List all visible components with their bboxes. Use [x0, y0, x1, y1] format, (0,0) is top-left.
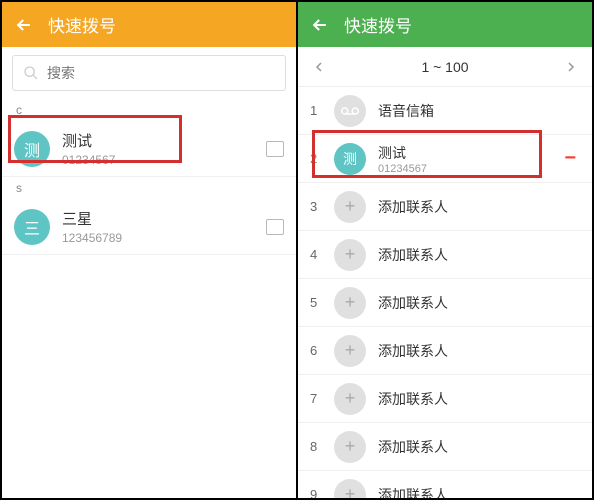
- avatar: 测: [14, 131, 50, 167]
- sim-icon: [266, 219, 284, 235]
- slot-label: 测试: [378, 143, 564, 163]
- slot-list: 1 语音信箱 2 测 测试 01234567 − 3 + 添加联系人 4 + 添…: [298, 87, 592, 498]
- contact-row[interactable]: 测 测试 01234567: [2, 121, 296, 177]
- remove-icon[interactable]: −: [564, 147, 576, 170]
- add-icon: +: [334, 239, 366, 271]
- speed-dial-row[interactable]: 2 测 测试 01234567 −: [298, 135, 592, 183]
- speed-dial-row[interactable]: 1 语音信箱: [298, 87, 592, 135]
- add-icon: +: [334, 479, 366, 499]
- back-icon[interactable]: [310, 15, 330, 35]
- search-icon: [23, 65, 39, 81]
- header: 快速拨号: [298, 2, 592, 47]
- section-header-s: s: [2, 177, 296, 199]
- slot-label: 添加联系人: [378, 485, 580, 499]
- slot-number-sub: 01234567: [378, 163, 564, 175]
- avatar: 三: [14, 209, 50, 245]
- slot-label: 添加联系人: [378, 197, 580, 217]
- add-icon: +: [334, 191, 366, 223]
- speed-dial-row[interactable]: 3 + 添加联系人: [298, 183, 592, 231]
- slot-label: 添加联系人: [378, 341, 580, 361]
- slot-number: 4: [310, 247, 334, 262]
- slot-label: 添加联系人: [378, 293, 580, 313]
- contact-name: 三星: [62, 208, 266, 229]
- slot-label: 语音信箱: [378, 101, 580, 121]
- contact-number: 123456789: [62, 231, 266, 245]
- voicemail-icon: [334, 95, 366, 127]
- speed-dial-row[interactable]: 7 + 添加联系人: [298, 375, 592, 423]
- add-icon: +: [334, 431, 366, 463]
- header: 快速拨号: [2, 2, 296, 47]
- slot-number: 6: [310, 343, 334, 358]
- speed-dial-row[interactable]: 5 + 添加联系人: [298, 279, 592, 327]
- avatar: 测: [334, 143, 366, 175]
- page-title: 快速拨号: [344, 12, 412, 37]
- slot-number: 8: [310, 439, 334, 454]
- contact-info: 三星 123456789: [62, 208, 266, 245]
- slot-number: 5: [310, 295, 334, 310]
- slot-label: 添加联系人: [378, 245, 580, 265]
- page-title: 快速拨号: [48, 12, 116, 37]
- chevron-right-icon[interactable]: [566, 62, 576, 72]
- slot-number: 9: [310, 487, 334, 498]
- slot-number: 1: [310, 103, 334, 118]
- speed-dial-row[interactable]: 4 + 添加联系人: [298, 231, 592, 279]
- speed-dial-row[interactable]: 8 + 添加联系人: [298, 423, 592, 471]
- back-icon[interactable]: [14, 15, 34, 35]
- range-bar: 1 ~ 100: [298, 47, 592, 87]
- slot-label: 添加联系人: [378, 437, 580, 457]
- contact-info: 测试 01234567: [378, 143, 564, 175]
- sim-icon: [266, 141, 284, 157]
- slot-number: 7: [310, 391, 334, 406]
- slot-number: 3: [310, 199, 334, 214]
- speed-dial-row[interactable]: 6 + 添加联系人: [298, 327, 592, 375]
- speed-dial-row[interactable]: 9 + 添加联系人: [298, 471, 592, 498]
- slot-number: 2: [310, 151, 334, 166]
- right-panel: 快速拨号 1 ~ 100 1 语音信箱 2 测 测试 01234567 − 3: [296, 0, 594, 500]
- section-header-c: c: [2, 99, 296, 121]
- add-icon: +: [334, 287, 366, 319]
- search-input[interactable]: [47, 65, 275, 81]
- contact-info: 测试 01234567: [62, 130, 266, 167]
- contact-row[interactable]: 三 三星 123456789: [2, 199, 296, 255]
- search-box[interactable]: [12, 55, 286, 91]
- add-icon: +: [334, 383, 366, 415]
- contact-name: 测试: [62, 130, 266, 151]
- left-panel: 快速拨号 c 测 测试 01234567 s 三 三星 123456789: [0, 0, 298, 500]
- chevron-left-icon[interactable]: [314, 62, 324, 72]
- contact-number: 01234567: [62, 153, 266, 167]
- slot-label: 添加联系人: [378, 389, 580, 409]
- add-icon: +: [334, 335, 366, 367]
- range-text: 1 ~ 100: [421, 59, 468, 75]
